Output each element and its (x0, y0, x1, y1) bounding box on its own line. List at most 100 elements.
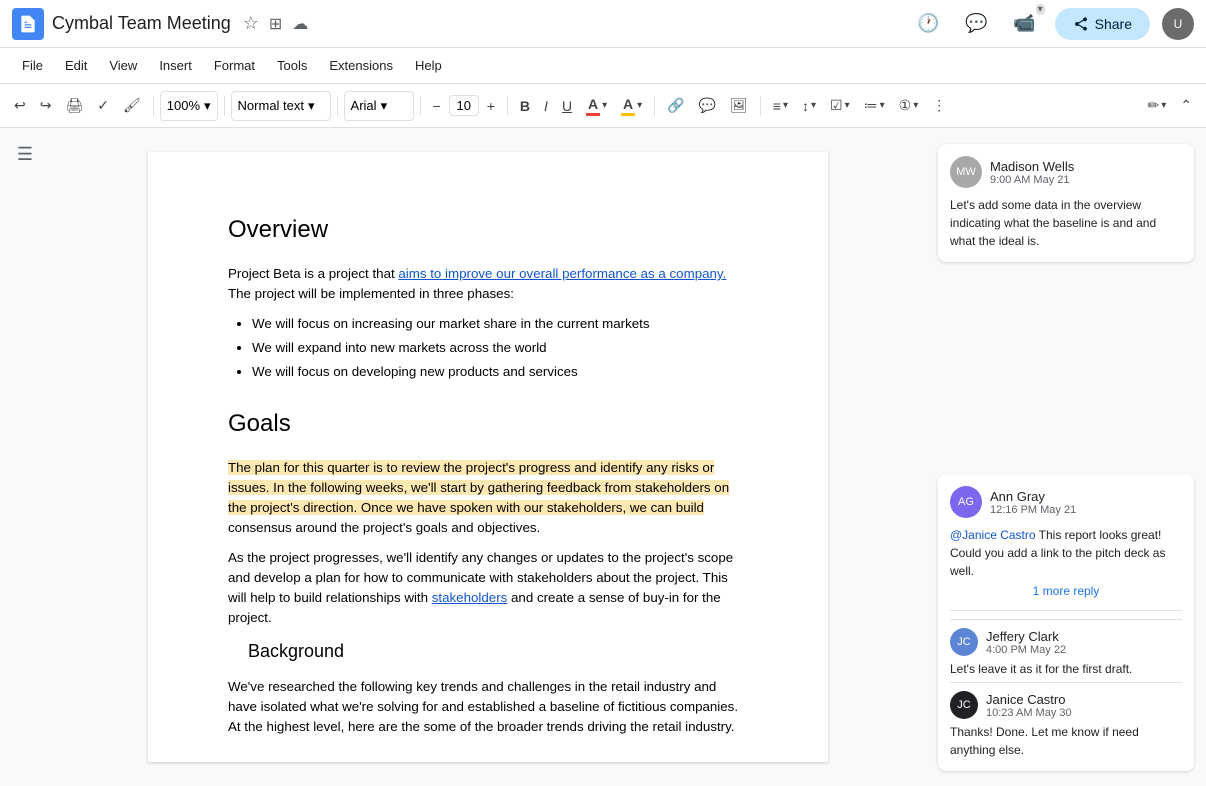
comment-card-1: MW Madison Wells 9:00 AM May 21 Let's ad… (938, 144, 1194, 262)
main-area: ☰ Overview Project Beta is a project tha… (0, 128, 1206, 786)
line-spacing-button[interactable]: ↕ ▾ (796, 94, 822, 118)
share-button[interactable]: Share (1055, 8, 1150, 40)
show-outline-button[interactable]: ⌃ (1174, 93, 1198, 118)
comment-time-1: 9:00 AM May 21 (990, 174, 1074, 186)
undo-button[interactable]: ↩ (8, 93, 32, 118)
comment-header-2: AG Ann Gray 12:16 PM May 21 (950, 486, 1182, 518)
comment-header-1: MW Madison Wells 9:00 AM May 21 (950, 156, 1182, 188)
separator2 (224, 96, 225, 116)
menu-file[interactable]: File (12, 54, 53, 77)
highlight-bar (621, 113, 635, 116)
comment-avatar-1: MW (950, 156, 982, 188)
editing-mode-button[interactable]: ✏ ▾ (1142, 93, 1173, 118)
docs-icon[interactable] (12, 8, 44, 40)
goals-paragraph-2: As the project progresses, we'll identif… (228, 548, 748, 628)
title-bar: Cymbal Team Meeting ☆ ⊞ ☁ 🕐 💬 📹 ▾ Share … (0, 0, 1206, 48)
comments-icon[interactable]: 💬 (959, 6, 995, 42)
reply-header-2: JC Janice Castro 10:23 AM May 30 (950, 691, 1182, 719)
overview-heading: Overview (228, 212, 748, 248)
reply-divider (950, 610, 1182, 611)
mention-text: @Janice Castro (950, 528, 1036, 542)
highlight-color-button[interactable]: A ▾ (615, 92, 648, 120)
insert-comment-button[interactable]: 💬 (693, 93, 722, 118)
reply-text-1: Let's leave it as it for the first draft… (950, 660, 1182, 678)
insert-image-button[interactable]: 🖼 (724, 93, 754, 118)
zoom-selector[interactable]: 100% ▾ (160, 91, 218, 121)
font-size-control: − + (427, 94, 501, 118)
goals-heading: Goals (228, 406, 748, 442)
separator3 (337, 96, 338, 116)
left-sidebar: ☰ (0, 128, 50, 786)
menu-help[interactable]: Help (405, 54, 452, 77)
meet-icon[interactable]: 📹 ▾ (1007, 6, 1043, 42)
bullet-list-button[interactable]: ≔ ▾ (858, 93, 891, 118)
reply-time-2: 10:23 AM May 30 (986, 707, 1072, 719)
document-container[interactable]: Overview Project Beta is a project that … (50, 128, 926, 786)
italic-button[interactable]: I (538, 94, 554, 118)
reply-item-1: JC Jeffery Clark 4:00 PM May 22 Let's le… (950, 619, 1182, 678)
insert-link-button[interactable]: 🔗 (661, 93, 690, 118)
more-replies-label[interactable]: 1 more reply (950, 580, 1182, 602)
font-size-input[interactable] (449, 95, 479, 116)
user-avatar[interactable]: U (1162, 8, 1194, 40)
history-icon[interactable]: 🕐 (911, 6, 947, 42)
text-color-chevron: ▾ (602, 100, 607, 111)
reply-author-2: Janice Castro (986, 692, 1072, 707)
list-item: We will focus on increasing our market s… (252, 314, 748, 334)
outline-icon[interactable]: ☰ (9, 136, 41, 173)
comment-time-2: 12:16 PM May 21 (990, 504, 1076, 516)
bold-button[interactable]: B (514, 94, 536, 118)
text-color-button[interactable]: A ▾ (580, 92, 613, 120)
font-chevron: ▾ (381, 98, 388, 114)
paint-format-button[interactable]: 🖌 (117, 93, 147, 118)
redo-button[interactable]: ↪ (34, 93, 58, 118)
separator7 (760, 96, 761, 116)
cloud-icon[interactable]: ☁ (292, 14, 308, 34)
menu-extensions[interactable]: Extensions (319, 54, 403, 77)
menu-edit[interactable]: Edit (55, 54, 97, 77)
stakeholders-link[interactable]: stakeholders (432, 590, 508, 605)
font-size-increase-button[interactable]: + (481, 94, 501, 118)
list-item: We will expand into new markets across t… (252, 338, 748, 358)
star-icon[interactable]: ☆ (243, 13, 259, 34)
background-paragraph: We've researched the following key trend… (228, 677, 748, 737)
menu-tools[interactable]: Tools (267, 54, 317, 77)
separator1 (153, 96, 154, 116)
underline-button[interactable]: U (556, 94, 578, 118)
separator5 (507, 96, 508, 116)
zoom-chevron: ▾ (204, 98, 211, 114)
comment-author-2: Ann Gray (990, 489, 1076, 504)
overview-link[interactable]: aims to improve our overall performance … (398, 266, 726, 281)
more-button[interactable]: ⋮ (926, 93, 952, 118)
reply-avatar-2: JC (950, 691, 978, 719)
toolbar: ↩ ↪ 🖨 ✓ 🖌 100% ▾ Normal text ▾ Arial ▾ −… (0, 84, 1206, 128)
move-icon[interactable]: ⊞ (269, 14, 282, 34)
header-right: 🕐 💬 📹 ▾ Share U (911, 6, 1194, 42)
reply-time-1: 4:00 PM May 22 (986, 644, 1066, 656)
comments-panel: MW Madison Wells 9:00 AM May 21 Let's ad… (926, 128, 1206, 786)
spell-check-button[interactable]: ✓ (91, 93, 115, 118)
reply-author-1: Jeffery Clark (986, 629, 1066, 644)
checklist-button[interactable]: ☑ ▾ (824, 93, 856, 118)
numbered-list-button[interactable]: ① ▾ (893, 93, 925, 118)
reply-avatar-1: JC (950, 628, 978, 656)
menu-insert[interactable]: Insert (149, 54, 202, 77)
style-chevron: ▾ (308, 98, 315, 114)
menu-format[interactable]: Format (204, 54, 265, 77)
reply-header-1: JC Jeffery Clark 4:00 PM May 22 (950, 628, 1182, 656)
comment-meta-2: Ann Gray 12:16 PM May 21 (990, 489, 1076, 516)
menu-view[interactable]: View (99, 54, 147, 77)
menu-bar: File Edit View Insert Format Tools Exten… (0, 48, 1206, 84)
text-style-selector[interactable]: Normal text ▾ (231, 91, 331, 121)
font-family-selector[interactable]: Arial ▾ (344, 91, 414, 121)
list-item: We will focus on developing new products… (252, 362, 748, 382)
print-button[interactable]: 🖨 (59, 93, 89, 118)
reply-text-2: Thanks! Done. Let me know if need anythi… (950, 723, 1182, 759)
separator6 (654, 96, 655, 116)
alignment-button[interactable]: ≡ ▾ (767, 94, 794, 118)
separator4 (420, 96, 421, 116)
overview-list: We will focus on increasing our market s… (252, 314, 748, 382)
reply-item-2: JC Janice Castro 10:23 AM May 30 Thanks!… (950, 682, 1182, 759)
font-size-decrease-button[interactable]: − (427, 94, 447, 118)
goals-paragraph-highlighted: The plan for this quarter is to review t… (228, 458, 748, 538)
